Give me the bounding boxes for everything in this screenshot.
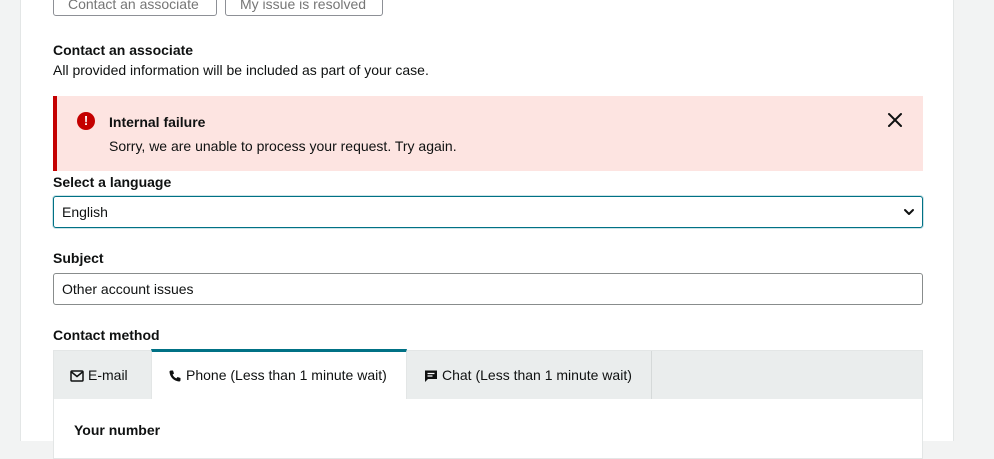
issue-resolved-button[interactable]: My issue is resolved: [225, 0, 383, 16]
phone-tab-content: Your number: [53, 399, 923, 459]
section-subtitle: All provided information will be include…: [53, 62, 429, 78]
phone-icon: [169, 370, 181, 382]
tab-divider: [651, 351, 652, 399]
subject-label: Subject: [53, 250, 104, 266]
contact-associate-button[interactable]: Contact an associate: [53, 0, 217, 16]
language-select-value: English: [62, 204, 108, 220]
alert-title: Internal failure: [109, 114, 206, 130]
alert-message: Sorry, we are unable to process your req…: [109, 138, 457, 154]
subject-input[interactable]: [53, 273, 923, 305]
chat-icon: [425, 370, 437, 383]
mail-icon: [70, 370, 84, 383]
close-icon[interactable]: [885, 110, 905, 130]
tab-chat[interactable]: Chat (Less than 1 minute wait): [424, 351, 674, 399]
language-select[interactable]: English: [53, 196, 923, 228]
error-icon: !: [77, 112, 95, 130]
tab-chat-label: Chat (Less than 1 minute wait): [442, 367, 632, 383]
tab-email-label: E-mail: [88, 367, 128, 383]
chevron-down-icon: [902, 205, 916, 219]
section-title: Contact an associate: [53, 42, 194, 58]
contact-method-tabs: E-mail Phone (Less than 1 minute wait) C…: [53, 349, 923, 400]
language-label: Select a language: [53, 174, 172, 190]
error-alert: ! Internal failure Sorry, we are unable …: [53, 96, 923, 171]
contact-panel: Contact an associate My issue is resolve…: [20, 0, 954, 459]
tab-email[interactable]: E-mail: [70, 351, 150, 399]
contact-method-label: Contact method: [53, 327, 160, 343]
tab-phone[interactable]: Phone (Less than 1 minute wait): [151, 349, 407, 399]
your-number-label: Your number: [74, 422, 161, 438]
tab-phone-label: Phone (Less than 1 minute wait): [186, 367, 387, 383]
